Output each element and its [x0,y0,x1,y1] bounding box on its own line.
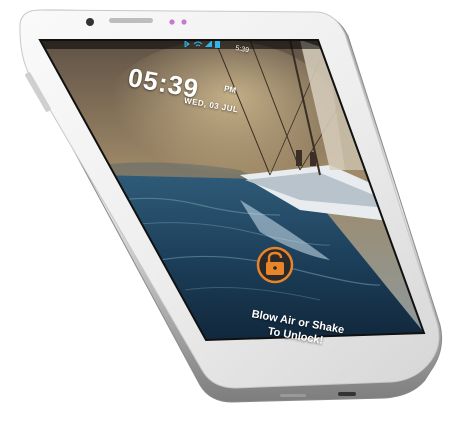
bottom-speaker [280,394,306,397]
unlock-button[interactable] [256,246,294,284]
usb-port [338,392,356,396]
sensor-dot [169,19,175,25]
front-camera-icon [86,18,94,26]
earpiece [109,18,153,23]
battery-icon [215,41,220,48]
phone-photo: 5:39 05:39 PM WED, 03 JUL Blow Air or Sh… [0,0,449,417]
phone-illustration [19,9,443,403]
lock-screen [40,40,424,340]
lockscreen-ampm: PM [223,84,237,95]
sensor-dot [181,19,187,25]
